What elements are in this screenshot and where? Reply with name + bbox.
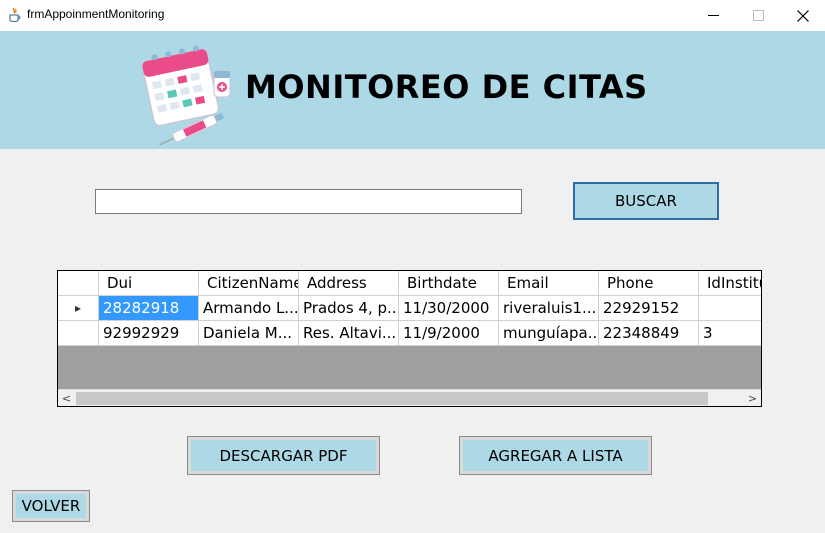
column-header-phone[interactable]: Phone	[599, 271, 699, 296]
grid-viewport: Dui CitizenName Address Birthdate Email …	[58, 271, 761, 389]
table-cell[interactable]: Daniela M...	[199, 321, 299, 346]
table-cell[interactable]: Prados 4, p...	[299, 296, 399, 321]
horizontal-scrollbar[interactable]: < >	[58, 389, 761, 406]
close-icon	[797, 9, 809, 22]
column-header-dui[interactable]: Dui	[99, 271, 199, 296]
search-button[interactable]: BUSCAR	[573, 182, 719, 220]
appointments-grid[interactable]: Dui CitizenName Address Birthdate Email …	[57, 270, 762, 407]
maximize-icon	[752, 10, 764, 21]
row-selector[interactable]	[58, 321, 99, 346]
table-cell[interactable]: 22348849	[599, 321, 699, 346]
minimize-icon	[707, 15, 719, 16]
table-row[interactable]: 92992929 Daniela M... Res. Altavi... 11/…	[58, 321, 761, 346]
window-titlebar: frmAppoinmentMonitoring	[0, 0, 825, 31]
window-title: frmAppoinmentMonitoring	[27, 7, 165, 21]
add-to-list-button[interactable]: AGREGAR A LISTA	[459, 436, 652, 475]
table-cell[interactable]: 11/30/2000	[399, 296, 499, 321]
table-row[interactable]: ▸ 28282918 Armando L... Prados 4, p... 1…	[58, 296, 761, 321]
scrollbar-thumb[interactable]	[76, 392, 708, 405]
column-header-address[interactable]: Address	[299, 271, 399, 296]
search-input[interactable]	[95, 189, 522, 214]
table-cell[interactable]: 28282918	[99, 296, 199, 321]
page-title: MONITOREO DE CITAS	[245, 68, 648, 106]
column-header-id-institution[interactable]: IdInstitu	[699, 271, 761, 296]
back-button[interactable]: VOLVER	[12, 490, 90, 522]
table-cell[interactable]: 3	[699, 321, 761, 346]
row-header-corner	[58, 271, 99, 296]
scroll-left-arrow-icon[interactable]: <	[58, 390, 75, 406]
table-cell[interactable]: munguíapa...	[499, 321, 599, 346]
table-cell[interactable]: 92992929	[99, 321, 199, 346]
table-cell[interactable]	[699, 296, 761, 321]
maximize-button[interactable]	[735, 0, 781, 31]
download-pdf-button[interactable]: DESCARGAR PDF	[187, 436, 380, 475]
close-button[interactable]	[780, 0, 825, 31]
column-header-email[interactable]: Email	[499, 271, 599, 296]
scroll-right-arrow-icon[interactable]: >	[744, 390, 761, 406]
table-cell[interactable]: Res. Altavi...	[299, 321, 399, 346]
table-cell[interactable]: 11/9/2000	[399, 321, 499, 346]
row-selector[interactable]: ▸	[58, 296, 99, 321]
column-header-citizen-name[interactable]: CitizenName	[199, 271, 299, 296]
table-cell[interactable]: Armando L...	[199, 296, 299, 321]
table-cell[interactable]: 22929152	[599, 296, 699, 321]
current-row-arrow-icon: ▸	[74, 301, 82, 315]
column-header-birthdate[interactable]: Birthdate	[399, 271, 499, 296]
calendar-illustration-icon	[141, 45, 231, 145]
java-app-icon	[9, 7, 21, 23]
grid-header-row: Dui CitizenName Address Birthdate Email …	[58, 271, 761, 296]
minimize-button[interactable]	[690, 0, 736, 31]
table-cell[interactable]: riveraluis1...	[499, 296, 599, 321]
